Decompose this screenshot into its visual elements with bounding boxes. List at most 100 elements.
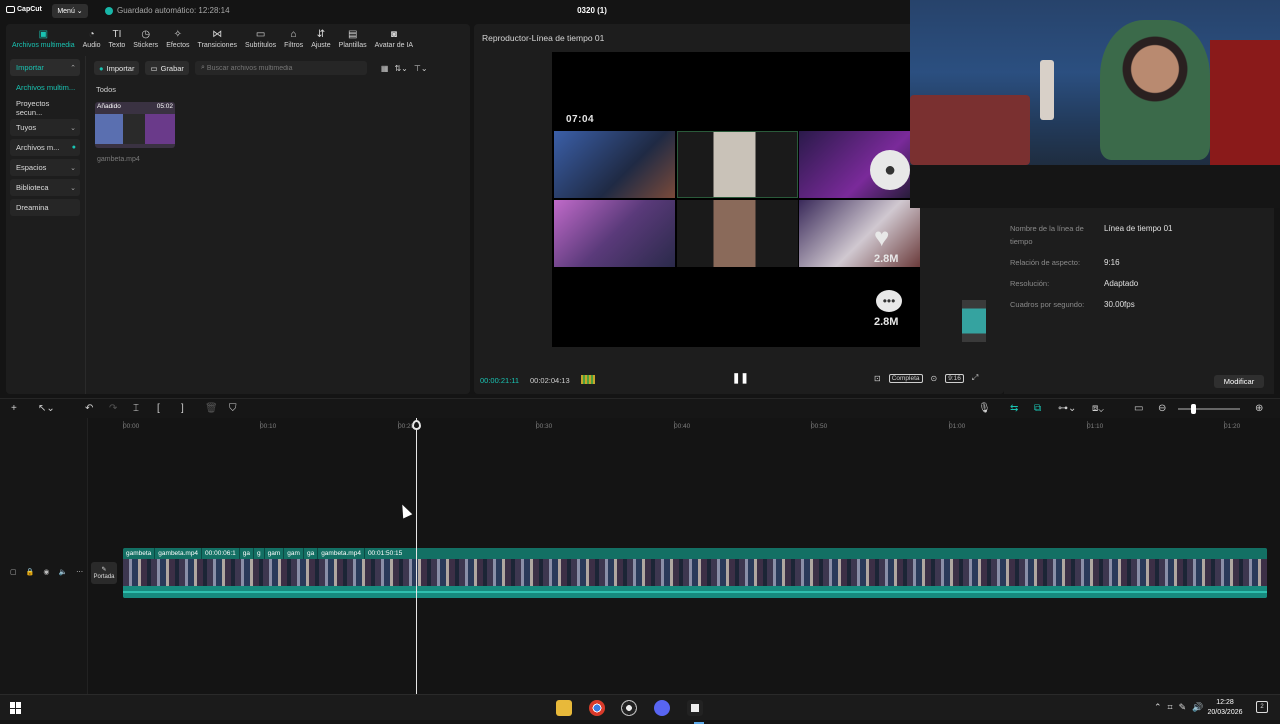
track-cover-icon[interactable]: ▢ xyxy=(10,568,17,576)
linkage-icon[interactable]: ⊶⌄ xyxy=(1058,403,1076,414)
eye-icon[interactable]: ◉ xyxy=(43,568,49,576)
clip-label[interactable]: 00:00:06:1 xyxy=(202,548,240,559)
clock-date: 20/03/2026 xyxy=(1207,709,1243,716)
tab-audio[interactable]: ◔ Audio xyxy=(79,24,105,54)
tab-label: Archivos multimedia xyxy=(12,41,75,49)
undo-icon[interactable]: ↶ xyxy=(85,403,93,414)
track-controls: ▢ 🔒 ◉ 🔈 ⋯ xyxy=(10,568,83,576)
capcut-icon[interactable] xyxy=(687,700,704,724)
preview-scroll-slider[interactable] xyxy=(962,300,986,342)
tab-effects[interactable]: ✧ Efectos xyxy=(162,24,193,54)
fullscreen-icon[interactable]: ⤢ xyxy=(972,373,978,383)
project-title: 0320 (1) xyxy=(577,6,607,15)
clip-label[interactable]: gambeta.mp4 xyxy=(318,548,365,559)
cover-button[interactable]: ✎ Portada xyxy=(91,562,117,584)
obs-icon[interactable] xyxy=(621,700,637,716)
clip-label[interactable]: ga xyxy=(240,548,255,559)
split-left-icon[interactable]: [ xyxy=(157,403,160,414)
delete-icon[interactable]: 🗑 xyxy=(205,403,218,414)
playhead-handle[interactable] xyxy=(412,420,421,430)
zoom-out-icon[interactable]: ⊖ xyxy=(1158,403,1166,414)
discord-icon[interactable] xyxy=(654,700,670,716)
caption-icon[interactable]: ▭ xyxy=(1134,403,1143,414)
network-icon[interactable]: ⌗ xyxy=(1168,702,1173,713)
sidebar-item-media-files[interactable]: Archivos multim... xyxy=(10,79,80,96)
sort-icon[interactable]: ⇅⌄ xyxy=(394,64,407,73)
select-tool-icon[interactable]: ↖⌄ xyxy=(38,403,55,414)
clip-label[interactable]: ga xyxy=(304,548,319,559)
redo-icon[interactable]: ↷ xyxy=(109,403,117,414)
file-explorer-icon[interactable] xyxy=(556,700,572,716)
import-button[interactable]: ● Importar xyxy=(94,61,140,75)
zoom-slider[interactable] xyxy=(1178,408,1240,410)
notification-icon[interactable]: 2 xyxy=(1256,701,1268,713)
playhead[interactable] xyxy=(416,418,417,694)
preview-axis-icon[interactable]: ⧈⌄ xyxy=(1092,403,1104,414)
sticker-icon: ◷ xyxy=(141,28,151,40)
tab-media[interactable]: ▣ Archivos multimedia xyxy=(8,24,79,54)
view-grid-icon[interactable]: ▦ xyxy=(381,64,389,73)
tab-transitions[interactable]: ⋈ Transiciones xyxy=(194,24,241,54)
tab-templates[interactable]: ▤ Plantillas xyxy=(335,24,371,54)
windows-start-icon[interactable] xyxy=(10,702,22,714)
zoom-in-icon[interactable]: ⊕ xyxy=(1255,403,1263,414)
menu-button[interactable]: Menú ⌄ xyxy=(52,4,88,18)
video-preview[interactable]: 07:04 ● ♥ 2.8M ••• 2.8M xyxy=(552,52,920,347)
clip-label[interactable]: gam xyxy=(265,548,285,559)
filter-icon[interactable]: ⊤⌄ xyxy=(414,64,428,73)
tab-filters[interactable]: ⌂ Filtros xyxy=(280,24,307,54)
tab-subtitles[interactable]: ▭ Subtítulos xyxy=(241,24,280,54)
filter-all-label[interactable]: Todos xyxy=(96,85,116,94)
fit-icon[interactable]: ⊙ xyxy=(931,374,938,383)
sidebar-item-spaces[interactable]: Espacios ⌄ xyxy=(10,159,80,176)
clip-labels: gambeta gambeta.mp4 00:00:06:1 ga g gam … xyxy=(123,548,1267,559)
more-icon[interactable]: ⋯ xyxy=(76,568,83,576)
tab-stickers[interactable]: ◷ Stickers xyxy=(129,24,162,54)
clock[interactable]: 12:28 20/03/2026 xyxy=(1202,698,1248,718)
video-track[interactable]: gambeta gambeta.mp4 00:00:06:1 ga g gam … xyxy=(123,548,1267,598)
quality-button[interactable]: Completa xyxy=(888,373,923,383)
sidebar-item-yours[interactable]: Tuyos ⌄ xyxy=(10,119,80,136)
split-icon[interactable]: ⌶ xyxy=(133,403,139,414)
add-icon[interactable]: + xyxy=(11,403,17,414)
clip-label[interactable]: g xyxy=(254,548,265,559)
link-main-track-icon[interactable]: ⇆ xyxy=(1010,403,1018,414)
split-right-icon[interactable]: ] xyxy=(181,403,184,414)
pen-icon[interactable]: ✎ xyxy=(1179,702,1187,713)
search-input[interactable] xyxy=(194,61,367,75)
clip-label[interactable]: gam xyxy=(284,548,304,559)
speaker-icon[interactable]: 🔈 xyxy=(58,568,67,576)
sidebar-item-secondary-projects[interactable]: Proyectos secun... xyxy=(10,99,80,117)
lock-icon[interactable]: 🔒 xyxy=(26,568,35,576)
sidebar-item-import[interactable]: Importar ⌃ xyxy=(10,59,80,76)
text-icon: TI xyxy=(112,28,122,40)
chrome-icon[interactable] xyxy=(589,700,605,716)
sidebar-item-library[interactable]: Biblioteca ⌄ xyxy=(10,179,80,196)
magnet-icon[interactable]: ⧉ xyxy=(1034,403,1041,414)
tab-label: Subtítulos xyxy=(244,41,277,49)
tab-adjust[interactable]: ⇵ Ajuste xyxy=(307,24,334,54)
shield-icon[interactable]: ⛉ xyxy=(229,403,237,414)
clip-label[interactable]: gambeta xyxy=(123,548,156,559)
sidebar-item-dreamina[interactable]: Dreamina xyxy=(10,199,80,216)
player-title: Reproductor-Línea de tiempo 01 xyxy=(482,33,605,43)
pause-button[interactable]: ❚❚ xyxy=(732,373,749,384)
record-button[interactable]: ▭ Grabar xyxy=(145,61,189,75)
snapshot-icon[interactable]: ⊡ xyxy=(874,374,881,383)
transition-icon: ⋈ xyxy=(212,28,223,40)
sidebar-item-media-m[interactable]: Archivos m... ● xyxy=(10,139,80,156)
tab-text[interactable]: TI Texto xyxy=(105,24,130,54)
modify-button[interactable]: Modificar xyxy=(1214,375,1264,388)
chevron-up-icon[interactable]: ⌃ xyxy=(1154,702,1162,713)
ratio-button[interactable]: 9:16 xyxy=(945,373,964,383)
record-label: Grabar xyxy=(160,63,184,73)
tab-ai-avatar[interactable]: ◙ Avatar de IA xyxy=(371,24,417,54)
grid-icon[interactable] xyxy=(581,375,595,384)
clip-label[interactable]: 00:01:50:15 xyxy=(365,548,405,559)
zoom-slider-handle[interactable] xyxy=(1191,404,1196,414)
tab-label: Audio xyxy=(82,41,101,49)
microphone-icon[interactable]: 🎙 xyxy=(978,403,991,414)
clip-label[interactable]: gambeta.mp4 xyxy=(155,548,203,559)
media-thumbnail[interactable]: Añadido 05:02 xyxy=(95,102,175,148)
video-overlay-time: 07:04 xyxy=(566,114,595,125)
